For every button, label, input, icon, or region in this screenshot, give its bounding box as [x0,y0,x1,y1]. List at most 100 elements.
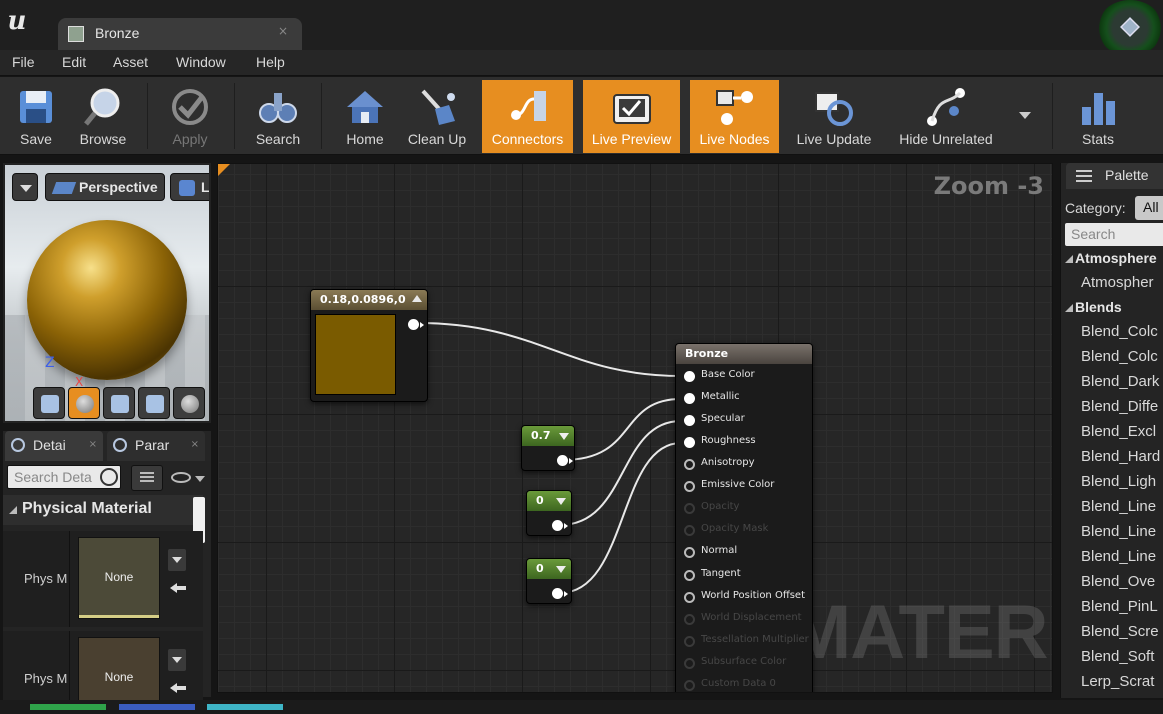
input-pin[interactable] [684,415,695,426]
palette-item[interactable]: Blend_Line [1081,548,1156,565]
home-button[interactable]: Home [336,80,394,153]
palette-item[interactable]: Lerp_Scrat [1081,673,1154,690]
input-pin[interactable] [684,503,695,514]
preview-viewport[interactable]: Perspective L Z X [3,163,211,423]
view-options-button[interactable] [169,465,207,491]
palette-category[interactable]: Atmosphere [1065,250,1157,266]
palette-search-input[interactable]: Search [1065,223,1163,246]
node-header: 0.7 [522,426,574,446]
close-tab-icon[interactable]: × [278,24,288,38]
palette-item[interactable]: Blend_Colc [1081,348,1158,365]
use-selected-arrow-icon[interactable] [170,579,188,595]
constant-node-specular[interactable]: 0 [526,490,572,536]
browse-button[interactable]: Browse [72,80,134,153]
preview-sphere-button[interactable] [68,387,100,419]
close-tab-icon[interactable]: × [89,439,97,450]
palette-item[interactable]: Blend_Hard [1081,448,1160,465]
palette-item[interactable]: Blend_Colc [1081,323,1158,340]
material-graph-canvas[interactable]: Zoom -3 MATERIAL 0.18,0.0896,0 0.7 [217,163,1053,693]
input-pin[interactable] [684,592,695,603]
unreal-logo-icon[interactable]: u [2,4,32,38]
input-pin[interactable] [684,614,695,625]
material-editor-window: u Bronze × File Edit Asset Window Help S… [0,0,1163,714]
live-preview-button[interactable]: Live Preview [583,80,680,153]
output-pin[interactable] [552,588,568,599]
collapse-arrow-icon[interactable] [556,566,566,573]
apply-button[interactable]: Apply [160,80,220,153]
asset-picker-combo[interactable] [168,549,186,571]
material-result-node[interactable]: Bronze Base Color Metallic Specular Roughne… [675,343,813,692]
asset-picker-combo[interactable] [168,649,186,671]
output-pin[interactable] [557,455,573,466]
viewport-options-button[interactable] [12,173,38,201]
menu-asset[interactable]: Asset [113,54,148,70]
palette-item[interactable]: Blend_Excl [1081,423,1156,440]
source-control-button[interactable] [1097,0,1163,56]
preview-teapot-button[interactable] [173,387,205,419]
input-pin[interactable] [684,393,695,404]
hide-unrelated-button[interactable]: Hide Unrelated [890,80,1002,153]
document-tab[interactable]: Bronze × [58,18,302,50]
palette-category[interactable]: Blends [1065,299,1122,315]
input-pin[interactable] [684,547,695,558]
palette-item[interactable]: Blend_Line [1081,498,1156,515]
preview-cylinder-button[interactable] [33,387,65,419]
input-pin[interactable] [684,636,695,647]
palette-item[interactable]: Blend_Diffe [1081,398,1158,415]
thumbnail-bar [79,615,159,618]
details-search-input[interactable]: Search Deta [7,465,121,489]
palette-item[interactable]: Blend_Line [1081,523,1156,540]
palette-category-select[interactable]: All [1135,196,1163,220]
search-button[interactable]: Search [248,80,308,153]
clean-up-button[interactable]: Clean Up [402,80,472,153]
viewport-lit-button[interactable]: L [170,173,209,201]
property-matrix-button[interactable] [131,465,163,491]
menu-file[interactable]: File [12,54,35,70]
viewport-perspective-button[interactable]: Perspective [45,173,165,201]
palette-item[interactable]: Blend_Ligh [1081,473,1156,490]
input-pin[interactable] [684,658,695,669]
constant-node-roughness[interactable]: 0 [526,558,572,604]
live-nodes-button[interactable]: Live Nodes [690,80,779,153]
close-tab-icon[interactable]: × [191,439,199,450]
tab-parameters[interactable]: Parar × [107,431,205,461]
input-pin[interactable] [684,481,695,492]
input-pin[interactable] [684,437,695,448]
input-pin[interactable] [684,459,695,470]
palette-item[interactable]: Atmospher [1081,274,1154,291]
toolbar-overflow-arrow-icon[interactable] [1019,112,1031,119]
live-update-icon [815,92,853,126]
tab-details[interactable]: Detai × [5,431,103,461]
connectors-button[interactable]: Connectors [482,80,573,153]
collapse-arrow-icon[interactable] [556,498,566,505]
stats-button[interactable]: Stats [1068,80,1128,153]
output-pin[interactable] [408,319,424,330]
menu-help[interactable]: Help [256,54,285,70]
graph-wires [417,322,682,594]
input-pin[interactable] [684,371,695,382]
constant3vector-node[interactable]: 0.18,0.0896,0 [310,289,428,402]
category-physical-material[interactable]: Physical Material [3,495,203,525]
tab-palette[interactable]: Palette [1066,163,1163,189]
palette-item[interactable]: Blend_PinL [1081,598,1158,615]
collapse-arrow-icon[interactable] [559,433,569,440]
preview-plane-button[interactable] [103,387,135,419]
use-selected-arrow-icon[interactable] [170,679,188,695]
input-pin[interactable] [684,680,695,691]
collapse-arrow-icon[interactable] [412,295,422,302]
palette-item[interactable]: Blend_Soft [1081,648,1154,665]
constant-node-metallic[interactable]: 0.7 [521,425,575,471]
input-label: Custom Data 0 [701,678,776,689]
palette-item[interactable]: Blend_Scre [1081,623,1159,640]
menu-window[interactable]: Window [176,54,226,70]
palette-item[interactable]: Blend_Ove [1081,573,1155,590]
live-update-button[interactable]: Live Update [789,80,879,153]
output-pin[interactable] [552,520,568,531]
input-pin[interactable] [684,525,695,536]
phys-material-thumbnail[interactable]: None [78,537,160,619]
input-pin[interactable] [684,570,695,581]
save-button[interactable]: Save [8,80,64,153]
preview-cube-button[interactable] [138,387,170,419]
menu-edit[interactable]: Edit [62,54,86,70]
palette-item[interactable]: Blend_Dark [1081,373,1159,390]
